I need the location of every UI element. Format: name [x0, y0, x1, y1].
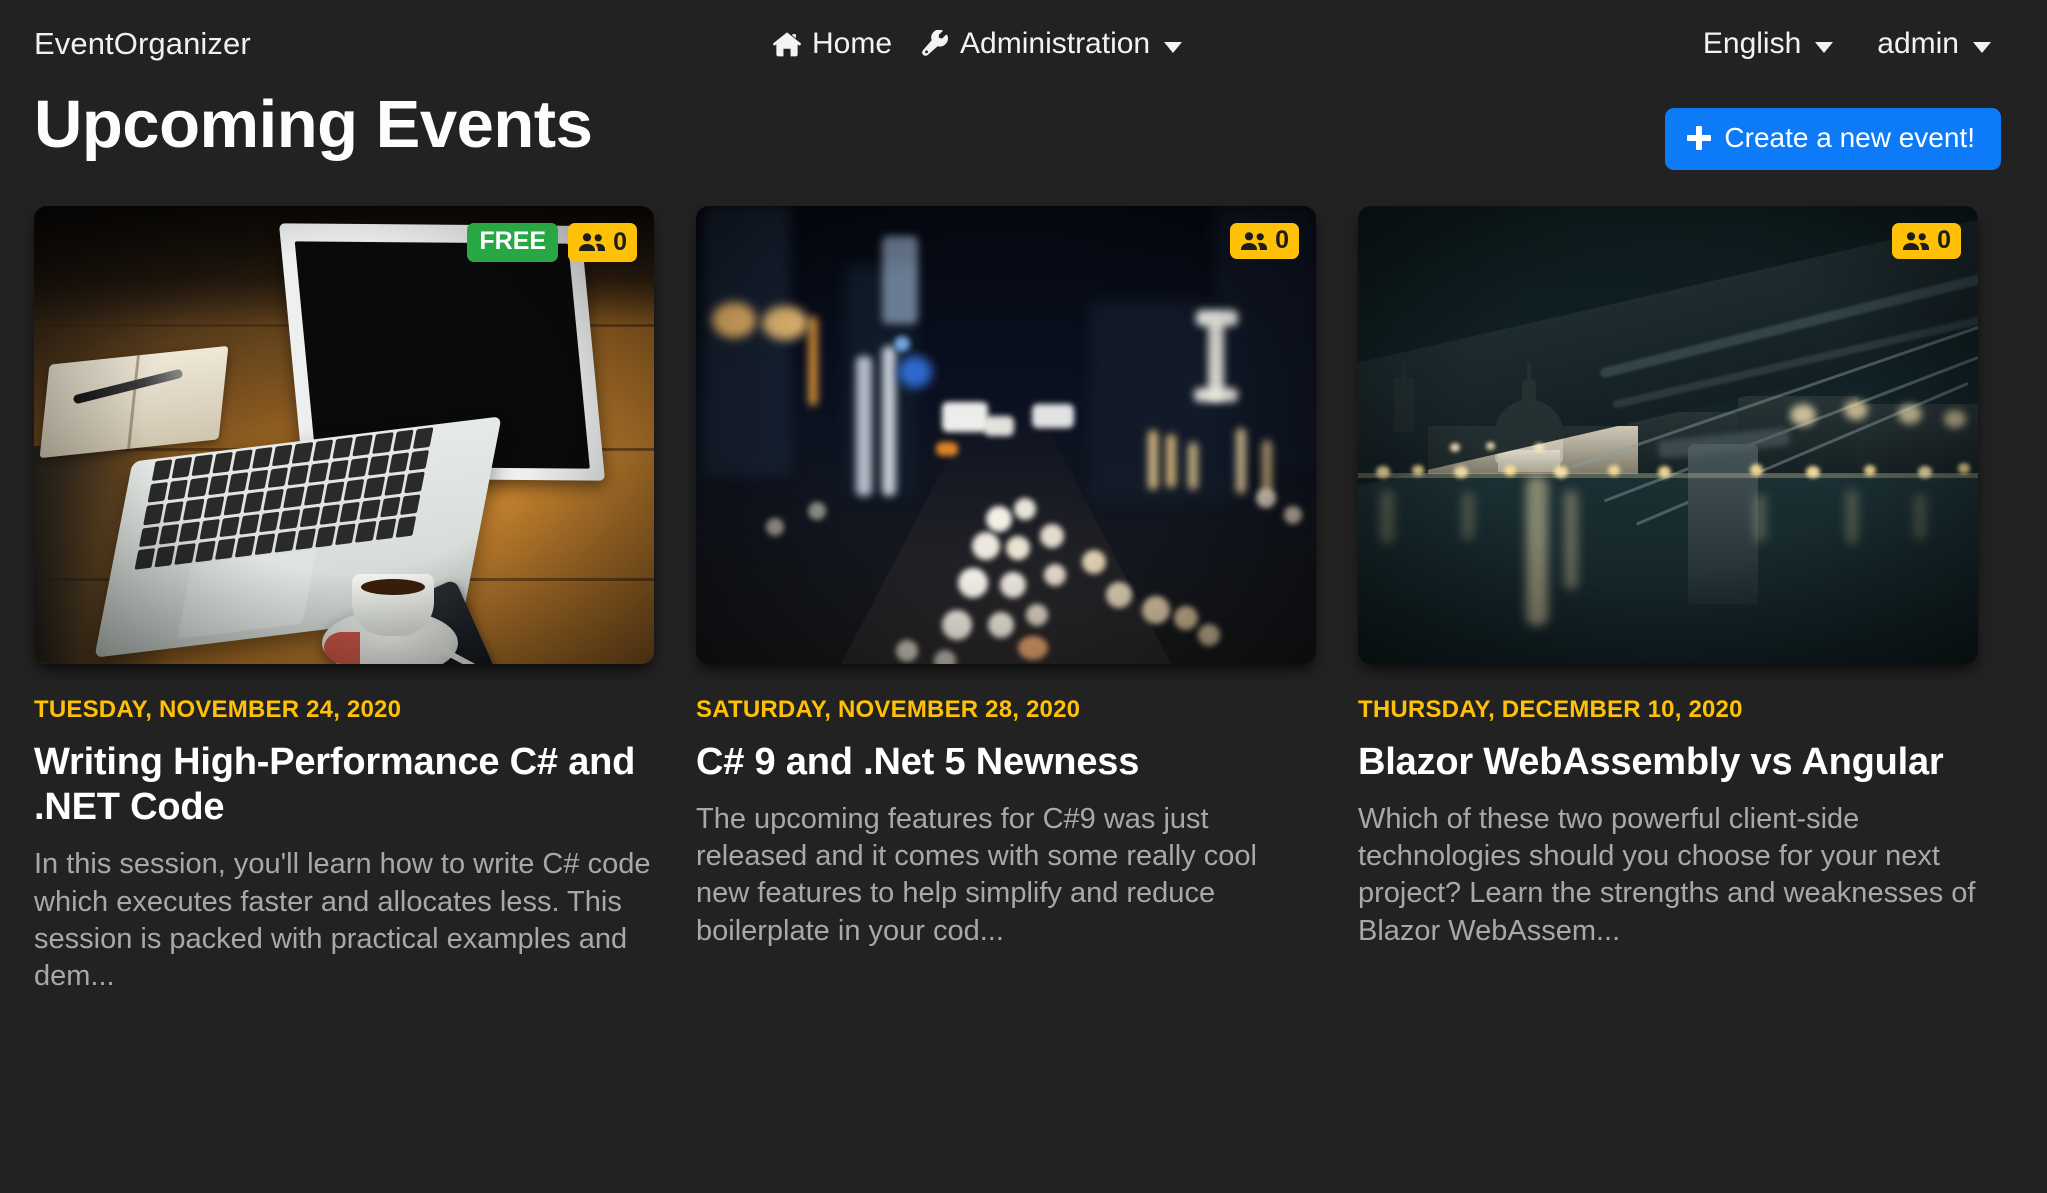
language-selector-label: English — [1702, 27, 1802, 60]
chevron-down-icon — [1973, 41, 1991, 53]
attendee-badge: 0 — [1892, 223, 1961, 259]
attendee-count: 0 — [1275, 226, 1289, 254]
event-title[interactable]: Blazor WebAssembly vs Angular — [1358, 740, 1978, 785]
brand-logo[interactable]: EventOrganizer — [34, 26, 251, 62]
free-badge: FREE — [467, 223, 559, 262]
event-card[interactable]: FREE 0 TUESDAY, NOVEMBER 24, 2020 Writin… — [34, 206, 654, 995]
event-card-badges: 0 — [1230, 223, 1299, 259]
event-card-image[interactable]: 0 — [696, 206, 1316, 664]
event-card-image[interactable]: FREE 0 — [34, 206, 654, 664]
primary-nav: Home Administration — [772, 0, 1183, 88]
event-date: THURSDAY, DECEMBER 10, 2020 — [1358, 696, 1743, 723]
attendee-badge: 0 — [568, 223, 637, 262]
create-new-event-button-label: Create a new event! — [1724, 122, 1975, 153]
event-card[interactable]: 0 SATURDAY, NOVEMBER 28, 2020 C# 9 and .… — [696, 206, 1316, 995]
event-title[interactable]: Writing High-Performance C# and .NET Cod… — [34, 740, 654, 830]
event-description: Which of these two powerful client-side … — [1358, 803, 1976, 947]
event-card-image[interactable]: 0 — [1358, 206, 1978, 664]
wrench-icon — [922, 30, 950, 58]
chevron-down-icon — [1164, 41, 1183, 53]
event-description: In this session, you'll learn how to wri… — [34, 848, 651, 992]
night-city-photo — [696, 206, 1316, 664]
attendee-count: 0 — [613, 227, 627, 256]
attendee-badge: 0 — [1230, 223, 1299, 259]
language-selector[interactable]: English — [1702, 27, 1834, 61]
nav-item-home-label: Home — [812, 27, 893, 60]
nav-item-administration[interactable]: Administration — [922, 27, 1183, 61]
event-card-badges: FREE 0 — [467, 223, 637, 262]
create-new-event-button[interactable]: Create a new event! — [1665, 108, 2001, 170]
people-icon — [1240, 231, 1268, 251]
event-card-badges: 0 — [1892, 223, 1961, 259]
desk-photo — [34, 206, 654, 664]
event-date: TUESDAY, NOVEMBER 24, 2020 — [34, 696, 402, 723]
page-header: Upcoming Events Create a new event! — [0, 88, 2047, 206]
event-title[interactable]: C# 9 and .Net 5 Newness — [696, 740, 1316, 785]
nav-item-home[interactable]: Home — [772, 27, 892, 61]
secondary-nav: English admin — [1703, 27, 2013, 61]
people-icon — [578, 232, 606, 252]
nav-item-administration-label: Administration — [960, 27, 1151, 60]
home-icon — [772, 31, 802, 57]
user-menu[interactable]: admin — [1877, 27, 1991, 61]
attendee-count: 0 — [1937, 226, 1951, 254]
london-night-photo — [1358, 206, 1978, 664]
user-menu-label: admin — [1877, 27, 1959, 60]
people-icon — [1902, 231, 1930, 251]
plus-icon — [1687, 126, 1712, 150]
navbar: EventOrganizer Home Administration Engli… — [0, 0, 2047, 88]
event-card-grid: FREE 0 TUESDAY, NOVEMBER 24, 2020 Writin… — [0, 206, 2047, 995]
event-card[interactable]: 0 THURSDAY, DECEMBER 10, 2020 Blazor Web… — [1358, 206, 1978, 995]
chevron-down-icon — [1815, 41, 1834, 53]
page-title: Upcoming Events — [34, 87, 593, 162]
event-description: The upcoming features for C#9 was just r… — [696, 803, 1257, 947]
event-date: SATURDAY, NOVEMBER 28, 2020 — [696, 696, 1081, 723]
